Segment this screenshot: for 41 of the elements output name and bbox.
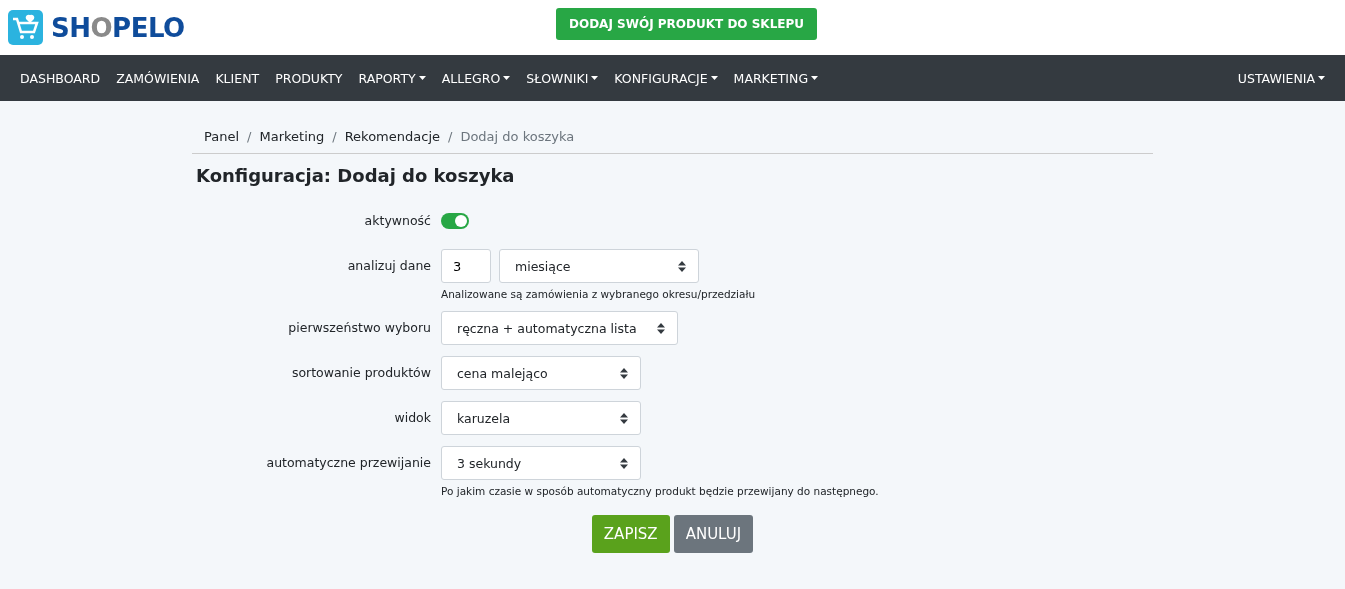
sort-arrows-icon bbox=[620, 457, 628, 469]
page-title: Konfiguracja: Dodaj do koszyka bbox=[196, 165, 516, 186]
help-text: Po jakim czasie w sposób automatyczny produkt będzie przewijany do następnego. bbox=[441, 485, 880, 497]
nav-item[interactable]: DASHBOARD bbox=[12, 70, 109, 86]
nav-item[interactable]: ZAMÓWIENIA bbox=[108, 70, 208, 86]
sort-arrows-icon bbox=[620, 412, 628, 424]
sort-arrows-icon bbox=[620, 367, 628, 379]
select-field[interactable]: ręczna + automatyczna lista bbox=[441, 311, 678, 345]
nav-item[interactable]: USTAWIENIA bbox=[1229, 70, 1333, 86]
select-field[interactable]: 3 sekundy bbox=[441, 446, 641, 480]
nav-item[interactable]: ALLEGRO bbox=[433, 70, 519, 86]
logo-text: SHOPELO bbox=[51, 12, 185, 43]
help-text: Analizowane są zamówienia z wybranego okresu/przedziału bbox=[441, 288, 757, 300]
nav-item[interactable]: PRODUKTY bbox=[267, 70, 351, 86]
breadcrumb-link[interactable]: Marketing bbox=[259, 129, 325, 144]
toggle-switch[interactable] bbox=[441, 213, 469, 229]
breadcrumb-link[interactable]: Panel bbox=[204, 129, 240, 144]
cancel-button[interactable]: ANULUJ bbox=[673, 515, 754, 553]
breadcrumb-link[interactable]: Rekomendacje bbox=[344, 129, 440, 144]
nav-item[interactable]: KONFIGURACJE bbox=[606, 70, 726, 86]
breadcrumb-separator: / bbox=[247, 129, 252, 144]
cart-logo-icon bbox=[8, 10, 43, 45]
field-label: analizuj dane bbox=[346, 257, 431, 275]
breadcrumb-separator: / bbox=[448, 129, 453, 144]
field-label: aktywność bbox=[363, 212, 431, 230]
nav-item[interactable]: RAPORTY bbox=[350, 70, 434, 86]
select-field[interactable]: cena malejąco bbox=[441, 356, 641, 390]
nav-item[interactable]: SŁOWNIKI bbox=[518, 70, 607, 86]
field-label: widok bbox=[393, 409, 431, 427]
nav-item[interactable]: KLIENT bbox=[207, 70, 268, 86]
select-field[interactable]: karuzela bbox=[441, 401, 641, 435]
sort-arrows-icon bbox=[678, 260, 686, 272]
select-field[interactable]: miesiące bbox=[499, 249, 699, 283]
breadcrumb-current[interactable]: Dodaj do koszyka bbox=[460, 129, 575, 144]
sort-arrows-icon bbox=[656, 322, 665, 334]
field-label: pierwszeństwo wyboru bbox=[287, 319, 431, 337]
field-label: automatyczne przewijanie bbox=[265, 454, 431, 472]
nav-item[interactable]: MARKETING bbox=[725, 70, 827, 86]
field-label: sortowanie produktów bbox=[290, 364, 431, 382]
number-field[interactable]: 3 bbox=[441, 249, 491, 283]
breadcrumb-separator: / bbox=[332, 129, 337, 144]
